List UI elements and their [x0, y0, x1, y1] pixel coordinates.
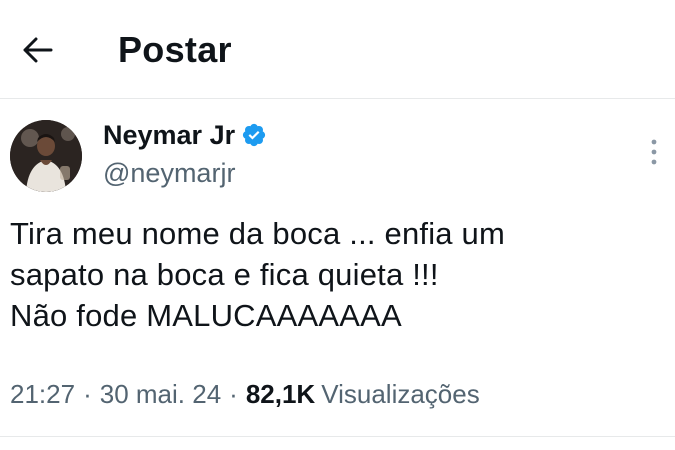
views-label: Visualizações: [321, 379, 480, 409]
more-vertical-icon: [651, 139, 657, 165]
meta-separator: ·: [229, 379, 238, 409]
top-bar: Postar: [0, 0, 675, 98]
views-count: 82,1K: [245, 379, 316, 409]
back-button[interactable]: [14, 26, 62, 74]
tweet-text: Tira meu nome da boca ... enfia um sapat…: [10, 216, 506, 333]
tweet-metadata: 21:27 · 30 mai. 24 · 82,1K Visualizações: [10, 378, 480, 410]
arrow-left-icon: [23, 37, 53, 63]
tweet-time[interactable]: 21:27: [10, 379, 75, 409]
avatar[interactable]: [10, 120, 82, 192]
header-divider: [0, 98, 675, 99]
avatar-image: [10, 120, 82, 192]
meta-separator: ·: [83, 379, 92, 409]
metadata-divider: [0, 436, 675, 437]
author-handle[interactable]: @neymarjr: [103, 157, 235, 189]
tweet-date[interactable]: 30 mai. 24: [100, 379, 221, 409]
page-title: Postar: [118, 29, 232, 70]
author-name-row[interactable]: Neymar Jr: [103, 118, 267, 152]
author-display-name[interactable]: Neymar Jr: [103, 118, 235, 152]
verified-badge-icon: [242, 123, 266, 147]
more-options-button[interactable]: [640, 132, 668, 172]
